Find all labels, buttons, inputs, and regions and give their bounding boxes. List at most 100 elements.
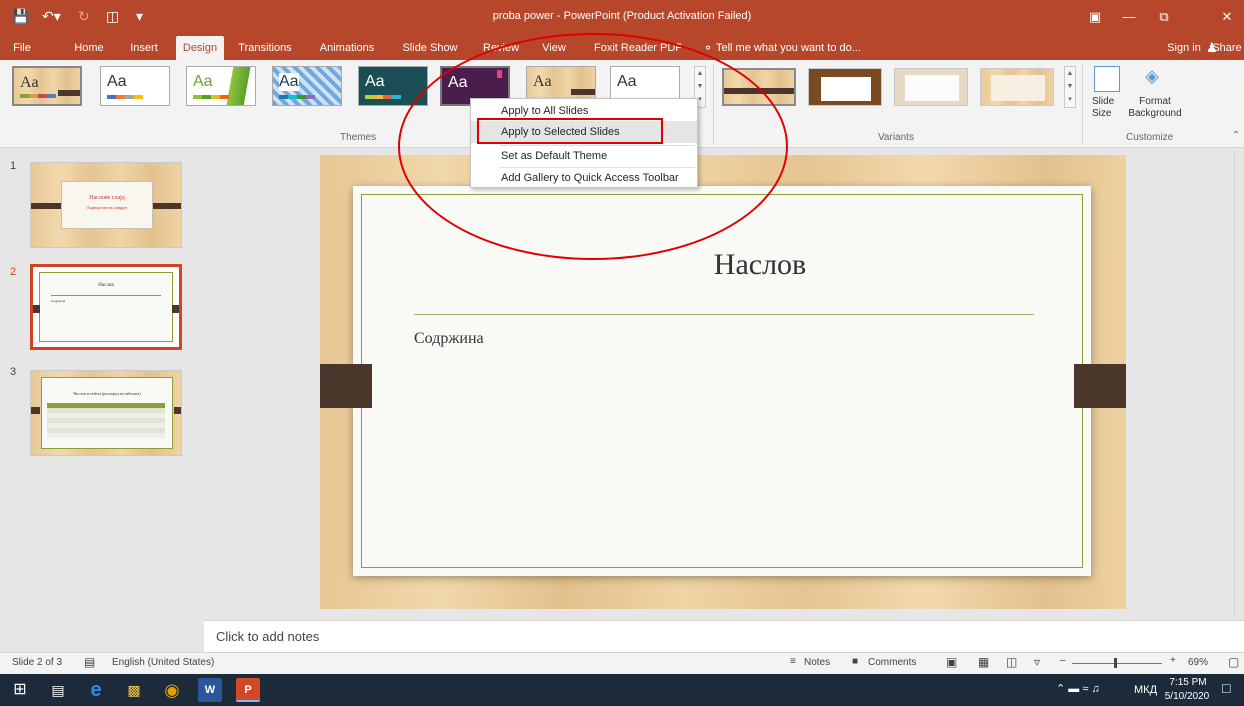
tab-slide-show[interactable]: Slide Show (402, 36, 458, 60)
theme-preview-text: Aa (20, 74, 39, 91)
format-background-label-2: Background (1128, 108, 1182, 119)
slide-size-label-2: Size (1092, 108, 1112, 119)
variants-gallery-scroll[interactable]: ▲ ▼ ▾ (1064, 66, 1076, 108)
color-swatch (279, 95, 315, 99)
collapse-ribbon-icon[interactable]: ⌃ (1232, 130, 1240, 141)
thumbnail-rule (51, 295, 161, 296)
normal-view-icon[interactable]: ▣ (946, 655, 957, 669)
tab-transitions[interactable]: Transitions (233, 36, 297, 60)
theme-preview-text: Aa (448, 74, 468, 91)
variant-1[interactable] (722, 68, 796, 106)
thumbnail-clip-right (172, 305, 179, 313)
edge-browser-icon[interactable]: e (84, 678, 108, 702)
group-divider (1082, 64, 1083, 144)
menu-item-add-gallery-qat[interactable]: Add Gallery to Quick Access Toolbar (471, 167, 697, 189)
slide-number: 3 (10, 366, 17, 378)
tab-file[interactable]: File (10, 36, 34, 60)
format-background-button[interactable]: ◈ Format Background (1124, 64, 1186, 126)
zoom-level[interactable]: 69% (1188, 657, 1208, 668)
restore-button[interactable]: ⧉ (1149, 6, 1179, 28)
title-bar: 💾 ↶▾ ↻ ◫ ▾ proba power - PowerPoint (Pro… (0, 0, 1244, 36)
windows-taskbar: ⊞ ▤ e ▩ ◉ W P ⌃ ▬ ≈ ♫ МКД 7:15 PM 5/10/2… (0, 674, 1244, 706)
comments-button[interactable]: Comments (868, 657, 916, 668)
slide-clip-right (1074, 364, 1126, 408)
file-explorer-icon[interactable]: ▩ (122, 678, 146, 702)
theme-office[interactable]: Aa (100, 66, 170, 106)
variant-4[interactable] (980, 68, 1054, 106)
tab-foxit-reader-pdf[interactable]: Foxit Reader PDF (590, 36, 686, 60)
group-divider (713, 64, 714, 144)
variants-group-label: Variants (878, 132, 914, 143)
ribbon-display-options-icon[interactable]: ▣ (1080, 6, 1110, 28)
powerpoint-icon[interactable]: P (236, 678, 260, 702)
slide-clip-left (320, 364, 372, 408)
status-bar: Slide 2 of 3 ▤ English (United States) ≡… (0, 652, 1244, 674)
theme-ion-boardroom[interactable]: Aa (272, 66, 342, 106)
slide-show-icon[interactable]: ▿ (1034, 655, 1040, 669)
clock-time[interactable]: 7:15 PM (1168, 677, 1208, 688)
ribbon-tabs: File Home Insert Design Transitions Anim… (0, 36, 1244, 60)
notification-icon[interactable]: □ (1222, 680, 1230, 696)
notes-placeholder: Click to add notes (216, 629, 320, 644)
tell-me-search[interactable]: Tell me what you want to do... (716, 36, 876, 60)
tab-animations[interactable]: Animations (314, 36, 380, 60)
clock-date[interactable]: 5/10/2020 (1164, 691, 1210, 702)
minimize-button[interactable]: — (1114, 6, 1144, 28)
zoom-slider[interactable] (1072, 663, 1162, 664)
thumbnail-subtitle: Поднаслов на слајдот (86, 205, 128, 210)
tab-review[interactable]: Review (483, 36, 519, 60)
task-view-icon[interactable]: ▤ (46, 678, 70, 702)
theme-wood-type[interactable]: Aa (12, 66, 82, 106)
reading-view-icon[interactable]: ◫ (1006, 655, 1017, 669)
slide-size-icon (1094, 66, 1120, 92)
input-language[interactable]: МКД (1134, 684, 1157, 696)
theme-facet[interactable]: Aa (186, 66, 256, 106)
windows-start-icon[interactable]: ⊞ (8, 678, 32, 702)
tab-home[interactable]: Home (72, 36, 106, 60)
theme-accent-graphic (497, 70, 502, 78)
customize-group-label: Customize (1126, 132, 1174, 143)
spell-check-icon[interactable]: ▤ (84, 655, 95, 669)
variant-2[interactable] (808, 68, 882, 106)
language-indicator[interactable]: English (United States) (112, 657, 214, 668)
paint-bucket-icon: ◈ (1145, 66, 1159, 86)
notes-button[interactable]: Notes (804, 657, 830, 668)
slide-sorter-icon[interactable]: ▦ (978, 655, 989, 669)
zoom-in-icon[interactable]: + (1170, 655, 1176, 666)
menu-item-set-default-theme[interactable]: Set as Default Theme (471, 145, 697, 167)
sign-in-link[interactable]: Sign in (1164, 36, 1204, 60)
theme-ion[interactable]: Aa (358, 66, 428, 106)
theme-clip-graphic (58, 90, 80, 96)
theme-preview-text: Aa (279, 73, 299, 91)
slide-number: 1 (10, 160, 17, 172)
slide-number: 2 (10, 266, 17, 278)
chrome-icon[interactable]: ◉ (160, 678, 184, 702)
slide-body[interactable]: Содржина (414, 330, 484, 348)
system-tray-icons[interactable]: ⌃ ▬ ≈ ♫ (1056, 682, 1100, 695)
fit-slide-icon[interactable]: ▢ (1228, 655, 1239, 669)
slide-thumbnail-3[interactable]: Наслов и табела (распоред на табелата) (30, 370, 182, 456)
zoom-slider-thumb[interactable] (1114, 658, 1117, 668)
tab-view[interactable]: View (540, 36, 568, 60)
notes-icon: ≡ (790, 656, 796, 667)
close-button[interactable]: ✕ (1212, 6, 1242, 28)
thumbnail-title: Наслов и табела (распоред на табелата) (73, 391, 141, 396)
notes-pane[interactable]: Click to add notes (204, 620, 1244, 652)
slide-size-button[interactable]: Slide Size (1088, 64, 1128, 126)
theme-preview-text: Aa (533, 73, 552, 90)
slide-thumbnail-2[interactable]: Наслов Содржина (30, 264, 182, 350)
variant-3[interactable] (894, 68, 968, 106)
slide-title[interactable]: Наслов (560, 248, 960, 282)
tab-design[interactable]: Design (176, 36, 224, 60)
slide-thumbnail-1[interactable]: Наслове слајд Поднаслов на слајдот (30, 162, 182, 248)
vertical-scrollbar[interactable] (1234, 150, 1244, 616)
share-button[interactable]: Share (1210, 36, 1244, 60)
thumbnail-body: Содржина (51, 299, 66, 303)
comments-icon: ■ (852, 656, 859, 667)
tab-insert[interactable]: Insert (127, 36, 161, 60)
zoom-out-icon[interactable]: – (1060, 655, 1066, 666)
thumbnail-clip-left (33, 305, 40, 313)
thumbnail-title: Наслов (98, 283, 114, 288)
slide-size-label: Slide (1092, 96, 1115, 107)
word-icon[interactable]: W (198, 678, 222, 702)
